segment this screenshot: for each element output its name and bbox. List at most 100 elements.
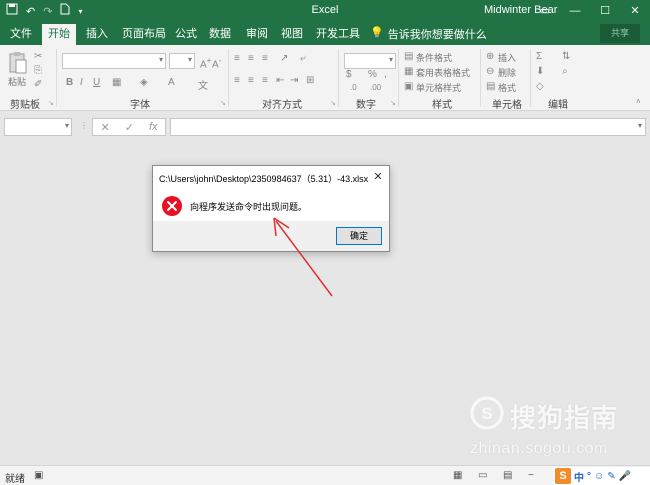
align-right-icon[interactable]: ≡ bbox=[262, 75, 268, 86]
bold-button[interactable]: B bbox=[66, 77, 73, 88]
ime-handwrite-icon[interactable]: ✎ bbox=[607, 471, 615, 482]
formula-bar: ▾ ⋮ ✕ ✓ fx ▾ bbox=[0, 111, 650, 141]
insert-function-icon[interactable]: fx bbox=[149, 121, 158, 133]
font-launcher-icon[interactable]: ↘ bbox=[220, 99, 226, 107]
alignment-launcher-icon[interactable]: ↘ bbox=[330, 99, 336, 107]
tab-review[interactable]: 审阅 bbox=[246, 26, 268, 42]
ime-emoji-icon[interactable]: ☺ bbox=[594, 471, 604, 482]
divider bbox=[228, 49, 229, 107]
ime-voice-icon[interactable]: 🎤 bbox=[619, 471, 631, 482]
formula-buttons: ✕ ✓ fx bbox=[92, 118, 166, 136]
delete-cells-button[interactable]: 删除 bbox=[498, 66, 516, 79]
copy-icon[interactable]: ⎘ bbox=[34, 65, 42, 76]
decrease-indent-icon[interactable]: ⇤ bbox=[276, 75, 284, 86]
decrease-decimal-icon[interactable]: .00 bbox=[370, 83, 381, 92]
error-icon bbox=[162, 196, 182, 216]
divider bbox=[56, 49, 57, 107]
cell-styles-button[interactable]: 单元格样式 bbox=[416, 81, 461, 94]
align-bottom-icon[interactable]: ≡ bbox=[262, 53, 268, 64]
tab-page-layout[interactable]: 页面布局 bbox=[122, 26, 166, 42]
shrink-font-icon[interactable]: A- bbox=[212, 55, 221, 70]
cancel-entry-icon[interactable]: ✕ bbox=[101, 121, 110, 134]
border-icon[interactable]: ▦ bbox=[112, 77, 121, 88]
italic-button[interactable]: I bbox=[80, 77, 83, 88]
underline-button[interactable]: U bbox=[93, 77, 100, 88]
tell-me-search[interactable]: 💡 告诉我你想要做什么 bbox=[370, 26, 487, 42]
orientation-icon[interactable]: ↗ bbox=[280, 53, 288, 64]
font-color-icon[interactable]: A bbox=[168, 77, 175, 88]
restore-icon[interactable]: ☐ bbox=[590, 0, 620, 22]
group-styles: 样式 bbox=[432, 100, 452, 111]
number-launcher-icon[interactable]: ↘ bbox=[390, 99, 396, 107]
close-icon[interactable]: ✕ bbox=[620, 0, 650, 22]
percent-button[interactable]: % bbox=[368, 69, 377, 80]
sort-filter-icon[interactable]: ⇅ bbox=[562, 51, 570, 62]
paste-icon[interactable] bbox=[8, 51, 28, 78]
accounting-format-icon[interactable]: $ bbox=[346, 69, 352, 80]
tab-file[interactable]: 文件 bbox=[10, 26, 32, 42]
tab-data[interactable]: 数据 bbox=[209, 26, 231, 42]
sogou-logo-icon: S bbox=[470, 396, 504, 430]
page-layout-view-icon[interactable]: ▭ bbox=[478, 470, 487, 481]
chevron-down-icon: ▾ bbox=[64, 121, 69, 130]
ime-punctuation-icon[interactable]: ° bbox=[587, 471, 591, 482]
align-top-icon[interactable]: ≡ bbox=[234, 53, 240, 64]
ok-button[interactable]: 确定 bbox=[336, 227, 382, 245]
tab-home[interactable]: 开始 bbox=[42, 24, 76, 45]
font-name-combo[interactable]: ▾ bbox=[62, 53, 166, 69]
clear-icon[interactable]: ◇ bbox=[536, 81, 544, 92]
chevron-down-icon[interactable]: ▾ bbox=[638, 121, 642, 130]
tab-insert[interactable]: 插入 bbox=[86, 26, 108, 42]
number-format-combo[interactable]: ▾ bbox=[344, 53, 396, 69]
dialog-message: 向程序发送命令时出现问题。 bbox=[190, 202, 308, 212]
group-editing: 编辑 bbox=[548, 100, 568, 111]
phonetic-icon[interactable]: 文 bbox=[198, 77, 208, 92]
macro-record-icon[interactable]: ▣ bbox=[34, 470, 43, 481]
fill-icon[interactable]: ⬇ bbox=[536, 66, 544, 77]
format-painter-icon[interactable]: ✐ bbox=[34, 79, 42, 90]
tab-formulas[interactable]: 公式 bbox=[175, 26, 197, 42]
cut-icon[interactable]: ✂ bbox=[34, 51, 42, 62]
ime-toolbar: S 中 ° ☺ ✎ 🎤 bbox=[553, 467, 650, 485]
grow-font-icon[interactable]: A+ bbox=[200, 55, 212, 70]
merge-center-icon[interactable]: ⊞ bbox=[306, 75, 314, 86]
align-left-icon[interactable]: ≡ bbox=[234, 75, 240, 86]
page-break-view-icon[interactable]: ▤ bbox=[503, 470, 512, 481]
ribbon-display-icon[interactable]: ▭ bbox=[530, 0, 560, 22]
title-bar: ↶ ↷ ▾ Excel Midwinter Bear ▭ — ☐ ✕ bbox=[0, 0, 650, 22]
align-middle-icon[interactable]: ≡ bbox=[248, 53, 254, 64]
zoom-out-icon[interactable]: − bbox=[528, 470, 534, 481]
normal-view-icon[interactable]: ▦ bbox=[453, 470, 462, 481]
formula-bar-grip-icon[interactable]: ⋮ bbox=[80, 121, 88, 130]
name-box[interactable]: ▾ bbox=[4, 118, 72, 136]
confirm-entry-icon[interactable]: ✓ bbox=[125, 121, 134, 134]
tab-view[interactable]: 视图 bbox=[281, 26, 303, 42]
group-number: 数字 bbox=[356, 100, 376, 111]
increase-decimal-icon[interactable]: .0 bbox=[350, 83, 357, 92]
formula-input[interactable]: ▾ bbox=[170, 118, 646, 136]
dialog-close-icon[interactable]: ✕ bbox=[371, 170, 385, 184]
clipboard-launcher-icon[interactable]: ↘ bbox=[48, 99, 54, 107]
font-size-combo[interactable]: ▾ bbox=[169, 53, 195, 69]
group-font: 字体 bbox=[130, 100, 150, 111]
paste-label[interactable]: 粘贴 bbox=[8, 75, 26, 88]
minimize-icon[interactable]: — bbox=[560, 0, 590, 22]
group-cells: 单元格 bbox=[492, 100, 522, 111]
wrap-text-icon[interactable]: ⤶ bbox=[300, 53, 306, 64]
format-as-table-button[interactable]: 套用表格格式 bbox=[416, 66, 470, 79]
autosum-icon[interactable]: Σ bbox=[536, 51, 542, 62]
find-select-icon[interactable]: ⌕ bbox=[562, 66, 568, 77]
format-cells-button[interactable]: 格式 bbox=[498, 81, 516, 94]
increase-indent-icon[interactable]: ⇥ bbox=[290, 75, 298, 86]
insert-cells-button[interactable]: 插入 bbox=[498, 51, 516, 64]
ime-chinese-mode[interactable]: 中 bbox=[574, 469, 584, 484]
align-center-icon[interactable]: ≡ bbox=[248, 75, 254, 86]
conditional-format-button[interactable]: 条件格式 bbox=[416, 51, 452, 64]
share-button[interactable]: 共享 bbox=[600, 24, 640, 43]
collapse-ribbon-icon[interactable]: ˄ bbox=[636, 97, 641, 106]
status-ready: 就绪 bbox=[5, 474, 25, 485]
sogou-ime-logo-icon[interactable]: S bbox=[555, 468, 571, 484]
tab-developer[interactable]: 开发工具 bbox=[316, 26, 360, 42]
comma-button[interactable]: , bbox=[384, 69, 387, 80]
fill-color-icon[interactable]: ◈ bbox=[140, 77, 148, 88]
